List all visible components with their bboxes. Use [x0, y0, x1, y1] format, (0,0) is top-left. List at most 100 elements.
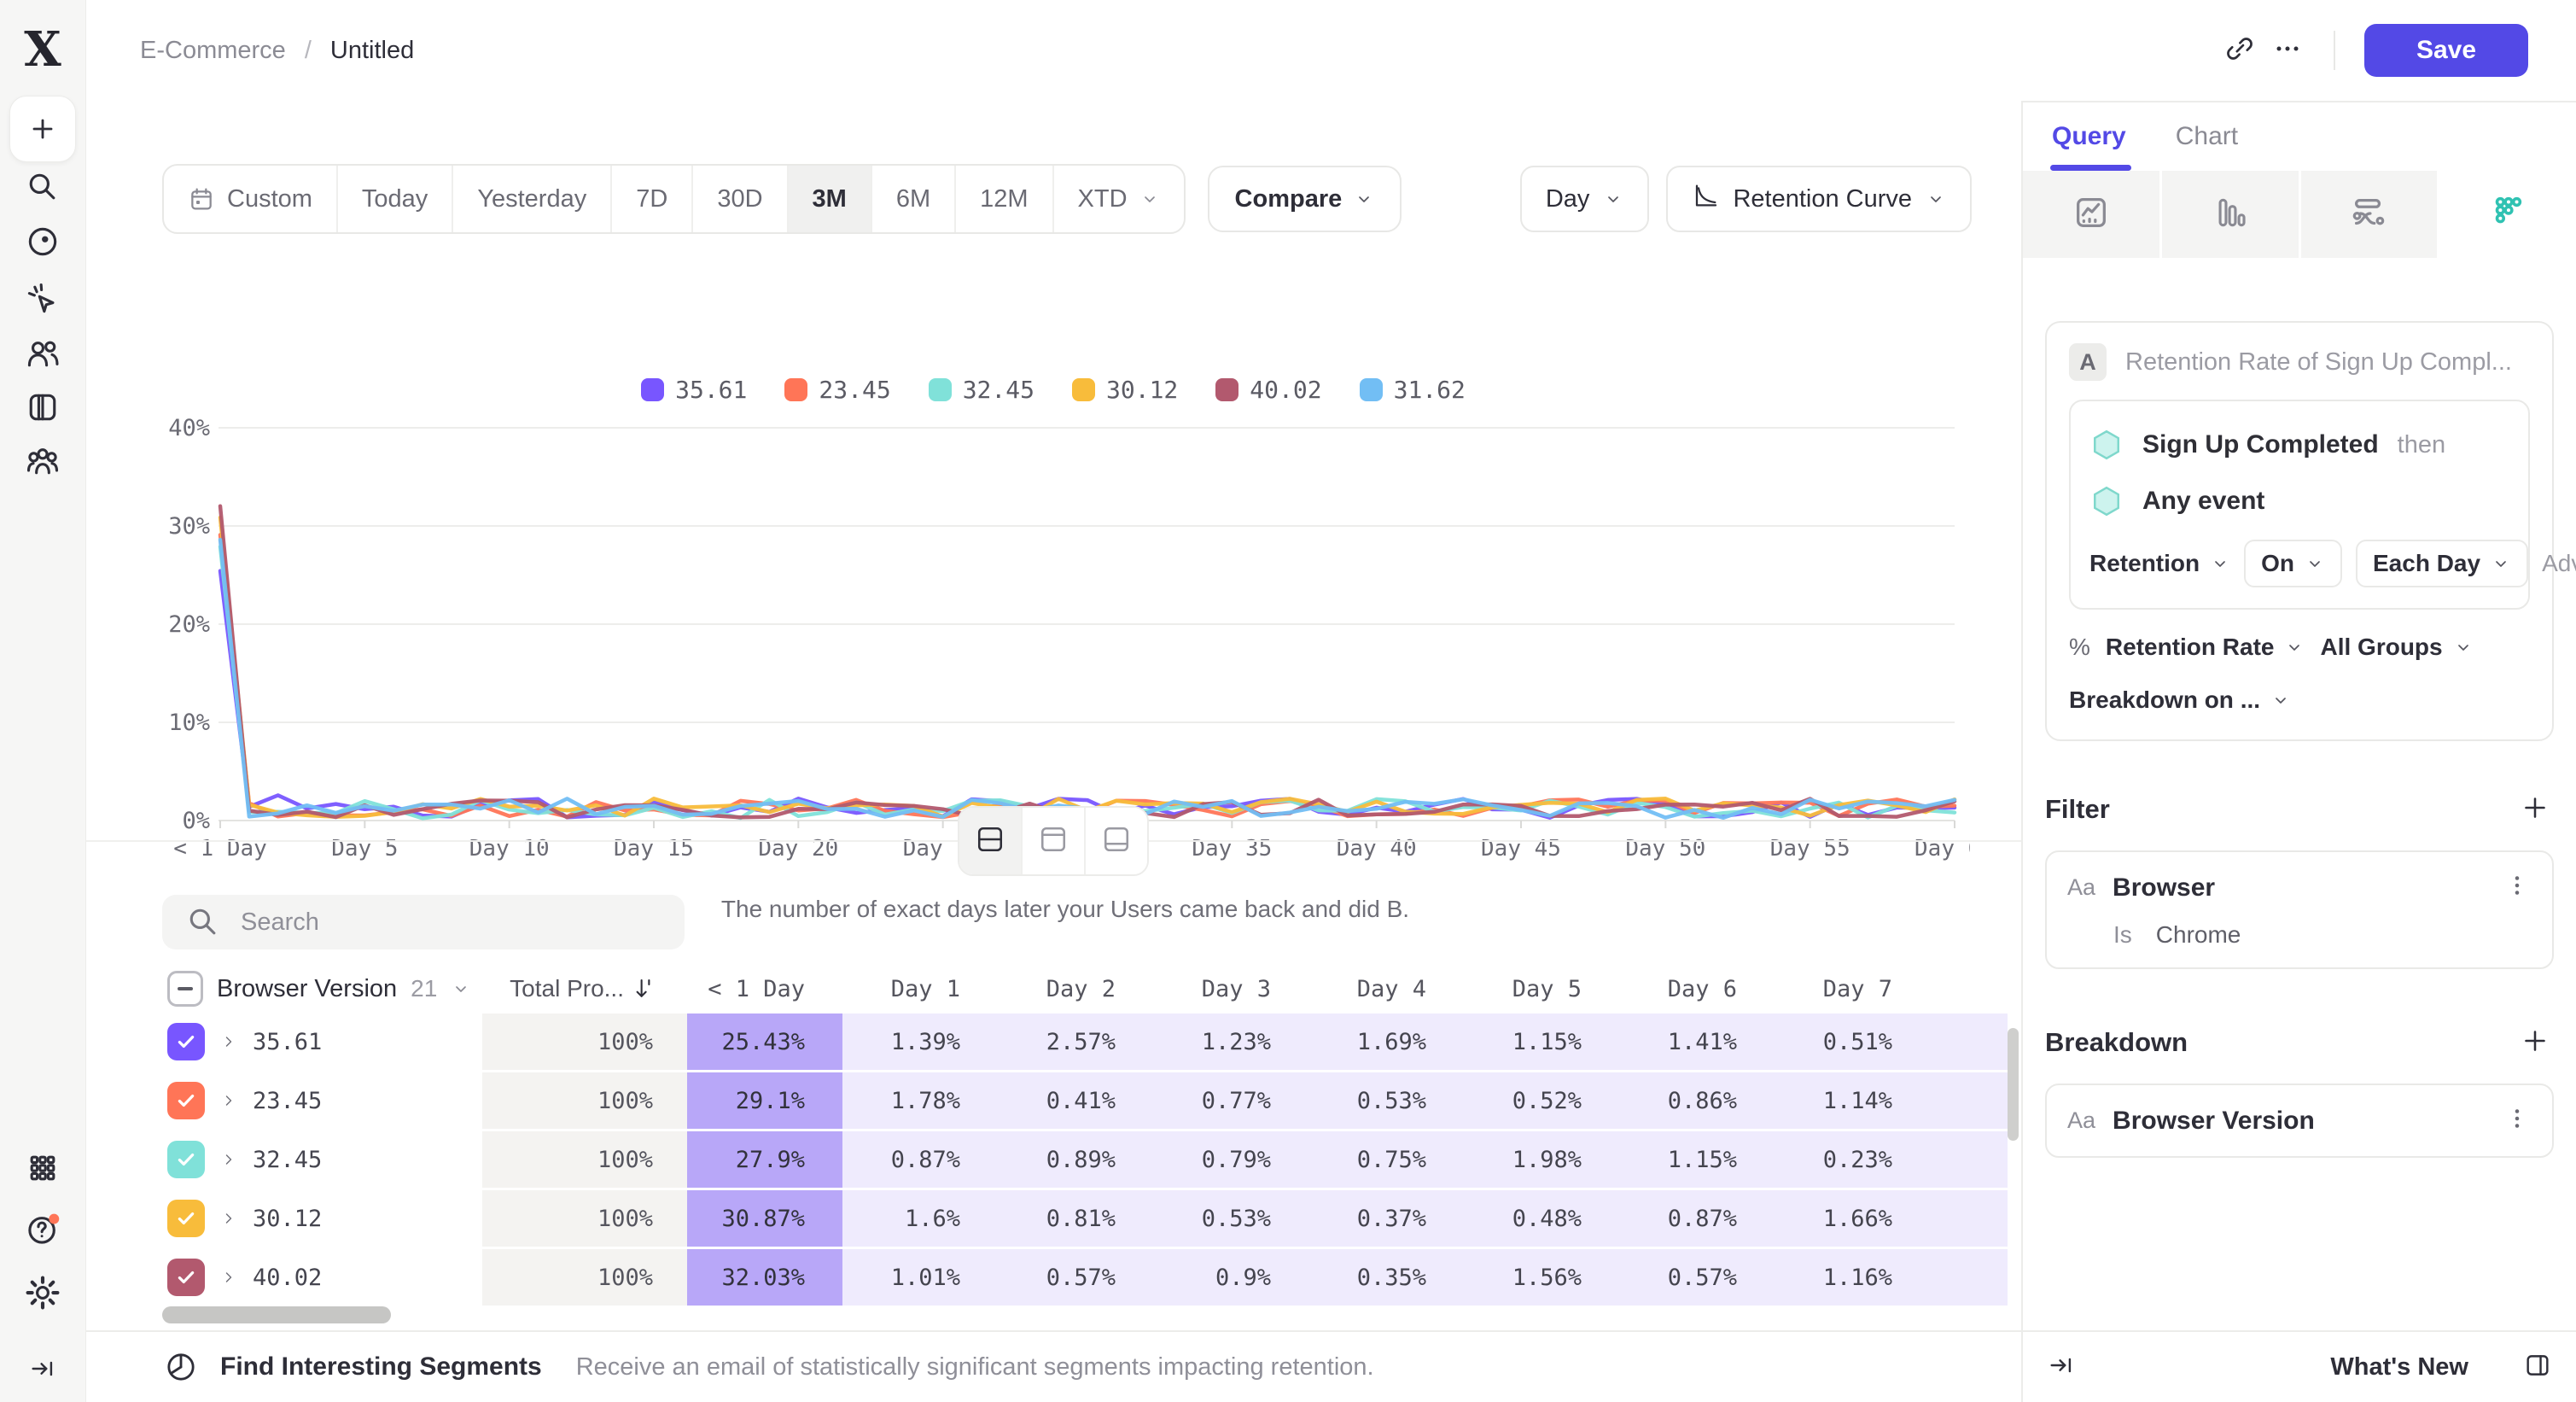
- tab-chart[interactable]: Chart: [2176, 102, 2238, 171]
- range-7d[interactable]: 7D: [612, 166, 693, 232]
- percent-icon: %: [2069, 634, 2090, 661]
- column-header[interactable]: Day 4: [1308, 976, 1464, 1002]
- chevron-down-icon: [2491, 553, 2511, 574]
- row-checkbox[interactable]: [167, 1259, 205, 1296]
- expand-row-icon[interactable]: [220, 1092, 237, 1109]
- apps-grid-icon[interactable]: [24, 1149, 61, 1187]
- events-nav-icon[interactable]: [24, 280, 61, 318]
- users-nav-icon[interactable]: [24, 335, 61, 372]
- column-header[interactable]: Day 1: [842, 976, 998, 1002]
- table-row[interactable]: 23.45 100%29.1%1.78%0.41%0.77%0.53%0.52%…: [162, 1072, 2008, 1129]
- column-header-total[interactable]: Total Pro...: [482, 975, 687, 1002]
- filter-value[interactable]: Chrome: [2156, 921, 2241, 949]
- column-header[interactable]: Day 2: [998, 976, 1153, 1002]
- granularity-dropdown[interactable]: Day: [1520, 166, 1650, 232]
- layout-chart-only-button[interactable]: [1023, 808, 1086, 874]
- range-6m[interactable]: 6M: [872, 166, 956, 232]
- tab-retention[interactable]: [2439, 171, 2576, 258]
- column-header[interactable]: Day 7: [1775, 976, 1930, 1002]
- expand-row-icon[interactable]: [220, 1210, 237, 1227]
- table-row[interactable]: 30.12 100%30.87%1.6%0.81%0.53%0.37%0.48%…: [162, 1190, 2008, 1247]
- tab-query[interactable]: Query: [2052, 102, 2126, 171]
- layout-table-only-button[interactable]: [1086, 808, 1147, 874]
- groups-dropdown[interactable]: All Groups: [2320, 634, 2473, 661]
- column-header[interactable]: < 1 Day: [687, 976, 842, 1002]
- retention-interval-dropdown[interactable]: Each Day: [2356, 540, 2528, 587]
- query-event-step[interactable]: Sign Up Completedthen: [2089, 420, 2509, 470]
- discover-nav-icon[interactable]: [24, 223, 61, 260]
- svg-text:0%: 0%: [182, 808, 210, 834]
- legend-item[interactable]: 31.62: [1360, 376, 1466, 404]
- group-column-header[interactable]: Browser Version: [217, 975, 397, 1003]
- filter-menu-button[interactable]: [2503, 871, 2532, 904]
- breakdown-property[interactable]: Browser Version: [2113, 1107, 2315, 1136]
- add-breakdown-button[interactable]: [2516, 1024, 2554, 1061]
- help-icon[interactable]: [24, 1210, 61, 1247]
- share-link-button[interactable]: [2216, 26, 2264, 74]
- column-header[interactable]: Day 5: [1464, 976, 1619, 1002]
- cohorts-nav-icon[interactable]: [24, 442, 61, 480]
- range-custom[interactable]: Custom: [164, 166, 338, 232]
- measure-dropdown[interactable]: Retention Rate: [2106, 634, 2305, 661]
- row-checkbox[interactable]: [167, 1082, 205, 1119]
- table-row[interactable]: 40.02 100%32.03%1.01%0.57%0.9%0.35%1.56%…: [162, 1249, 2008, 1306]
- table-row[interactable]: 32.45 100%27.9%0.87%0.89%0.79%0.75%1.98%…: [162, 1131, 2008, 1188]
- retention-on-dropdown[interactable]: On: [2244, 540, 2342, 587]
- mixpanel-logo-icon[interactable]: X: [24, 26, 61, 73]
- column-header[interactable]: Day 3: [1153, 976, 1308, 1002]
- filter-operator[interactable]: Is: [2113, 921, 2132, 949]
- row-checkbox[interactable]: [167, 1023, 205, 1060]
- boards-nav-icon[interactable]: [24, 388, 61, 426]
- sort-descending-icon: [632, 976, 658, 1002]
- expand-row-icon[interactable]: [220, 1151, 237, 1168]
- find-segments-button[interactable]: Find Interesting Segments: [220, 1352, 542, 1382]
- legend-item[interactable]: 30.12: [1072, 376, 1178, 404]
- legend-item[interactable]: 40.02: [1215, 376, 1321, 404]
- compare-button[interactable]: Compare: [1208, 166, 1402, 232]
- breakdown-on-dropdown[interactable]: Breakdown on ...: [2069, 686, 2291, 714]
- advanced-dropdown[interactable]: Adv...: [2542, 550, 2576, 577]
- table-vertical-scrollbar[interactable]: [2008, 1028, 2019, 1141]
- query-event-step[interactable]: Any event: [2089, 476, 2509, 526]
- create-report-button[interactable]: [9, 96, 76, 162]
- toggle-panel-button[interactable]: [2523, 1351, 2552, 1384]
- range-xtd[interactable]: XTD: [1054, 166, 1184, 232]
- settings-gear-icon[interactable]: [24, 1274, 61, 1311]
- retention-mode-dropdown[interactable]: Retention: [2089, 550, 2230, 577]
- table-row[interactable]: 35.61 100%25.43%1.39%2.57%1.23%1.69%1.15…: [162, 1014, 2008, 1070]
- legend-item[interactable]: 23.45: [784, 376, 890, 404]
- layout-split-button[interactable]: [959, 808, 1023, 874]
- legend-item[interactable]: 32.45: [929, 376, 1034, 404]
- filter-property[interactable]: Browser: [2113, 873, 2215, 903]
- chart-type-dropdown[interactable]: Retention Curve: [1666, 166, 1972, 232]
- row-checkbox[interactable]: [167, 1200, 205, 1237]
- left-sidebar: X: [0, 0, 86, 1402]
- save-button[interactable]: Save: [2364, 24, 2528, 77]
- search-input[interactable]: [239, 908, 662, 938]
- tab-insights[interactable]: [2023, 171, 2159, 258]
- tab-funnels[interactable]: [2162, 171, 2299, 258]
- expand-row-icon[interactable]: [220, 1269, 237, 1286]
- tab-flows[interactable]: [2301, 171, 2438, 258]
- column-header[interactable]: Day 6: [1619, 976, 1775, 1002]
- breadcrumb-project[interactable]: E-Commerce: [140, 37, 286, 65]
- add-filter-button[interactable]: [2516, 791, 2554, 828]
- whats-new-link[interactable]: What's New: [2330, 1353, 2468, 1382]
- row-checkbox[interactable]: [167, 1141, 205, 1178]
- range-today[interactable]: Today: [338, 166, 453, 232]
- select-all-checkbox[interactable]: [167, 971, 203, 1007]
- search-nav-icon[interactable]: [24, 168, 61, 206]
- range-30d[interactable]: 30D: [693, 166, 788, 232]
- cell-value: 1.23%: [1153, 1014, 1308, 1070]
- table-horizontal-scrollbar[interactable]: [162, 1306, 391, 1323]
- range-yesterday[interactable]: Yesterday: [453, 166, 612, 232]
- range-3m[interactable]: 3M: [789, 166, 872, 232]
- collapse-panel-button[interactable]: [2047, 1351, 2076, 1384]
- legend-item[interactable]: 35.61: [641, 376, 747, 404]
- range-12m[interactable]: 12M: [956, 166, 1053, 232]
- expand-row-icon[interactable]: [220, 1033, 237, 1050]
- expand-sidebar-icon[interactable]: [28, 1354, 57, 1383]
- breadcrumb-report-title[interactable]: Untitled: [330, 37, 414, 65]
- more-options-button[interactable]: [2264, 26, 2311, 74]
- breakdown-menu-button[interactable]: [2503, 1104, 2532, 1137]
